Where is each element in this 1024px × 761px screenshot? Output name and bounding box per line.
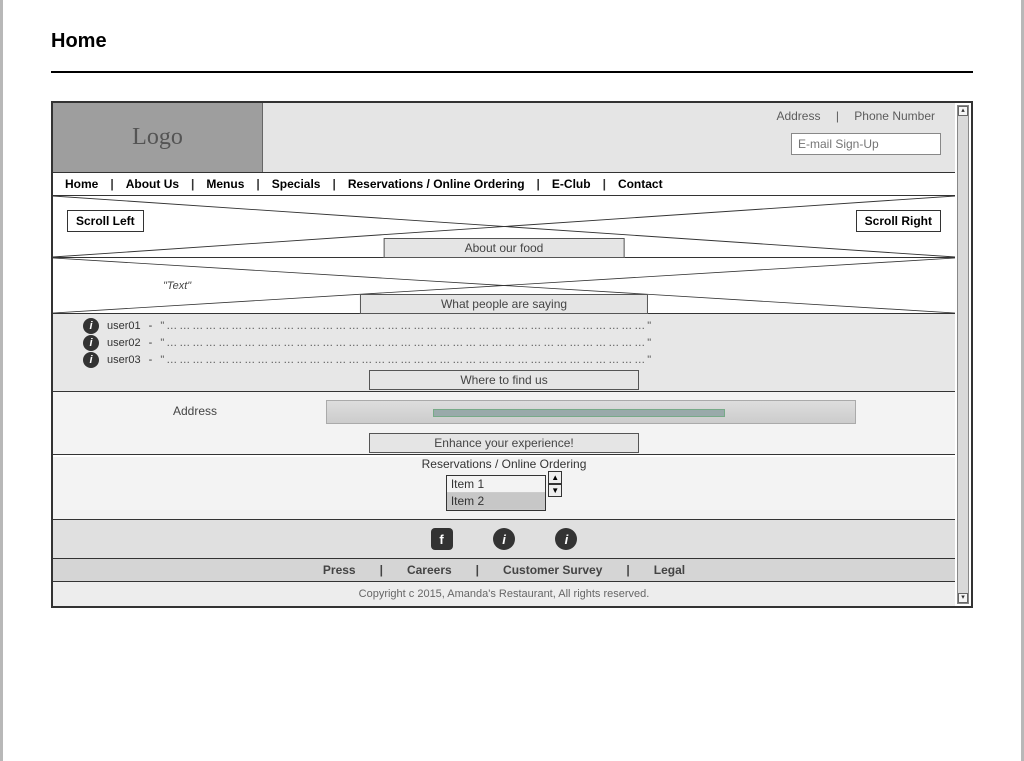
info-icon[interactable]: i bbox=[493, 528, 515, 550]
stepper-up-icon[interactable]: ▲ bbox=[548, 471, 562, 484]
info-icon: i bbox=[83, 352, 99, 368]
nav-about[interactable]: About Us bbox=[114, 173, 191, 195]
address-link[interactable]: Address bbox=[776, 109, 820, 123]
nav-reservations[interactable]: Reservations / Online Ordering bbox=[336, 173, 537, 195]
footer-careers[interactable]: Careers bbox=[383, 559, 476, 581]
info-icon: i bbox=[83, 335, 99, 351]
copyright: Copyright c 2015, Amanda's Restaurant, A… bbox=[53, 582, 955, 606]
info-icon: i bbox=[83, 318, 99, 334]
dash: - bbox=[149, 354, 153, 366]
where-label: Where to find us bbox=[369, 370, 639, 390]
nav-specials[interactable]: Specials bbox=[260, 173, 333, 195]
enhance-listbox[interactable]: Item 1 Item 2 bbox=[446, 475, 546, 511]
map-placeholder[interactable] bbox=[326, 400, 856, 424]
header-right: Address | Phone Number bbox=[263, 103, 955, 172]
separator: | bbox=[836, 109, 839, 123]
footer-press[interactable]: Press bbox=[299, 559, 380, 581]
testimonial-row: i user02 - "…………………………………………………………………………… bbox=[83, 335, 945, 351]
email-signup-input[interactable] bbox=[791, 133, 941, 155]
nav-eclub[interactable]: E-Club bbox=[540, 173, 603, 195]
about-food-section: "Text" What people are saying bbox=[53, 258, 955, 314]
enhance-sub-label: Reservations / Online Ordering bbox=[53, 457, 955, 471]
phone-link[interactable]: Phone Number bbox=[854, 109, 935, 123]
mockup-scrollbar[interactable]: ▴ ▾ bbox=[957, 105, 969, 604]
dash: - bbox=[149, 337, 153, 349]
testimonials-panel: i user01 - "…………………………………………………………………………… bbox=[53, 314, 955, 392]
where-panel: Address Enhance your experience! bbox=[53, 392, 955, 455]
nav-home[interactable]: Home bbox=[53, 173, 110, 195]
info-icon[interactable]: i bbox=[555, 528, 577, 550]
testimonial-row: i user01 - "…………………………………………………………………………… bbox=[83, 318, 945, 334]
footer-nav: Press| Careers| Customer Survey| Legal bbox=[53, 559, 955, 582]
about-text-placeholder: "Text" bbox=[163, 280, 191, 292]
about-food-label: About our food bbox=[384, 238, 625, 258]
testimonial-user: user01 bbox=[107, 320, 141, 332]
address-label: Address bbox=[73, 404, 323, 418]
nav-menus[interactable]: Menus bbox=[194, 173, 256, 195]
testimonial-text: "…………………………………………………………………………………………………" bbox=[160, 337, 653, 349]
footer-legal[interactable]: Legal bbox=[630, 559, 709, 581]
enhance-panel: Reservations / Online Ordering Item 1 It… bbox=[53, 457, 955, 520]
hero-carousel: Scroll Left Scroll Right About our food bbox=[53, 196, 955, 258]
site-header: Logo Address | Phone Number bbox=[53, 103, 955, 173]
testimonial-row: i user03 - "…………………………………………………………………………… bbox=[83, 352, 945, 368]
main-nav: Home| About Us| Menus| Specials| Reserva… bbox=[53, 173, 955, 196]
wireframe-mockup: ▴ ▾ Logo Address | Phone Number Home | bbox=[51, 101, 973, 608]
scroll-up-icon[interactable]: ▴ bbox=[958, 106, 968, 116]
page-title: Home bbox=[51, 30, 973, 53]
page-rule bbox=[51, 71, 973, 73]
testimonial-user: user03 bbox=[107, 354, 141, 366]
testimonial-text: "…………………………………………………………………………………………………" bbox=[160, 354, 653, 366]
scroll-left-button[interactable]: Scroll Left bbox=[67, 210, 144, 232]
testimonial-text: "…………………………………………………………………………………………………" bbox=[160, 320, 653, 332]
list-item[interactable]: Item 2 bbox=[447, 493, 545, 510]
testimonial-user: user02 bbox=[107, 337, 141, 349]
scroll-right-button[interactable]: Scroll Right bbox=[856, 210, 941, 232]
scroll-grip[interactable]: ▾ bbox=[958, 593, 968, 603]
logo[interactable]: Logo bbox=[53, 103, 263, 172]
list-item[interactable]: Item 1 bbox=[447, 476, 545, 493]
nav-contact[interactable]: Contact bbox=[606, 173, 675, 195]
testimonials-label: What people are saying bbox=[360, 294, 648, 314]
social-row: f i i bbox=[53, 520, 955, 559]
stepper-down-icon[interactable]: ▼ bbox=[548, 484, 562, 497]
footer-survey[interactable]: Customer Survey bbox=[479, 559, 626, 581]
enhance-label: Enhance your experience! bbox=[369, 433, 639, 453]
list-stepper[interactable]: ▲ ▼ bbox=[548, 471, 562, 497]
facebook-icon[interactable]: f bbox=[431, 528, 453, 550]
dash: - bbox=[149, 320, 153, 332]
